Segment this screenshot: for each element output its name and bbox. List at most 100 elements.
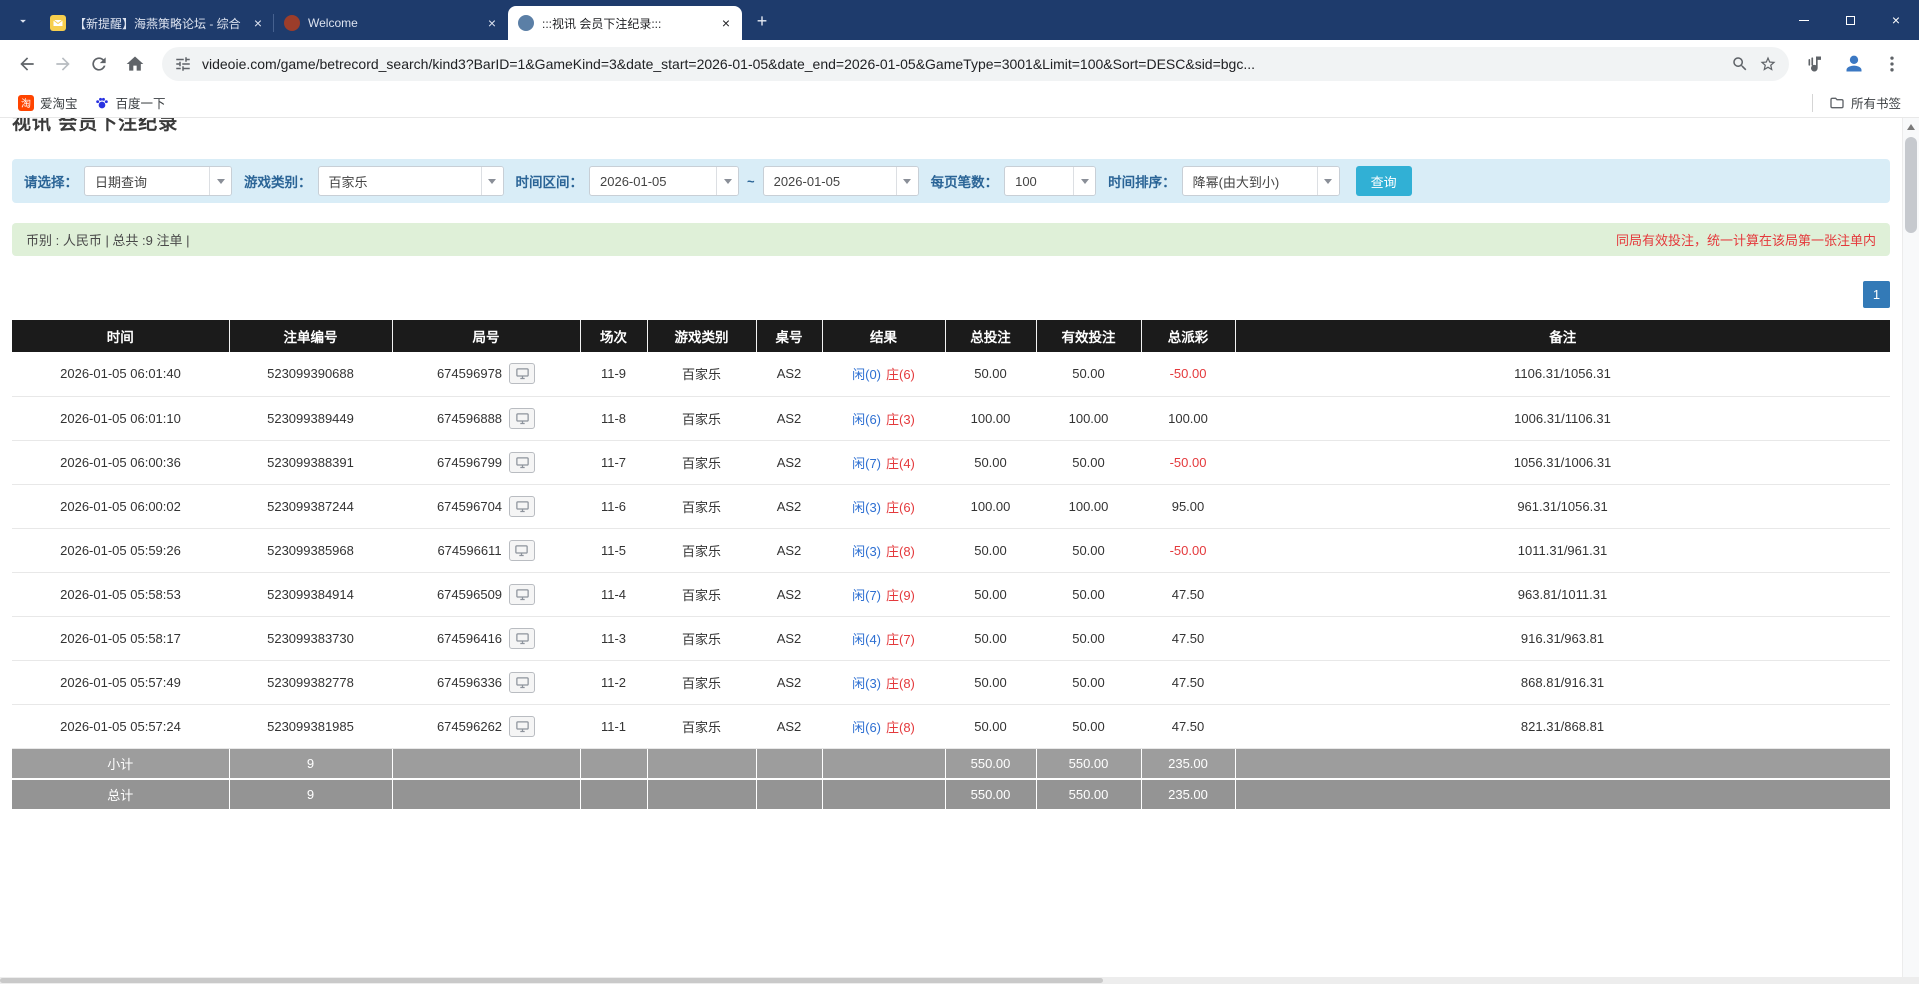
profile-avatar-button[interactable]	[1837, 47, 1871, 81]
video-replay-button[interactable]	[509, 672, 535, 693]
round-number: 674596799	[437, 455, 502, 470]
cell-round: 674596888	[392, 396, 580, 440]
per-page-select[interactable]: 100	[1004, 166, 1096, 196]
cell-game-type: 百家乐	[647, 528, 756, 572]
url-text[interactable]: videoie.com/game/betrecord_search/kind3?…	[202, 56, 1721, 72]
sort-select[interactable]: 降幂(由大到小)	[1182, 166, 1340, 196]
search-button[interactable]: 查询	[1356, 166, 1412, 196]
total-payout: 235.00	[1141, 779, 1235, 810]
video-replay-button[interactable]	[509, 496, 535, 517]
select-label: 请选择：	[24, 171, 78, 191]
video-replay-button[interactable]	[509, 452, 535, 473]
cell-result: 闲(3)庄(8)	[822, 660, 945, 704]
date-start-select[interactable]: 2026-01-05	[589, 166, 739, 196]
media-controls-button[interactable]	[1799, 47, 1833, 81]
result-player: 闲(3)	[852, 500, 881, 515]
result-banker: 庄(9)	[886, 588, 915, 603]
round-number: 674596888	[437, 411, 502, 426]
vertical-scrollbar[interactable]	[1902, 118, 1919, 977]
table-row: 2026-01-05 05:57:24 523099381985 6745962…	[12, 704, 1890, 748]
new-tab-button[interactable]: +	[748, 7, 776, 35]
table-row: 2026-01-05 06:01:10 523099389449 6745968…	[12, 396, 1890, 440]
subtotal-count: 9	[229, 748, 392, 779]
tab-forum[interactable]: 【新提醒】海燕策略论坛 - 综合 ×	[40, 6, 274, 40]
maximize-button[interactable]	[1827, 0, 1873, 40]
cell-game-type: 百家乐	[647, 396, 756, 440]
video-replay-button[interactable]	[509, 363, 535, 384]
result-banker: 庄(7)	[886, 632, 915, 647]
column-header-table: 桌号	[756, 320, 822, 352]
cell-note: 963.81/1011.31	[1235, 572, 1890, 616]
bookmark-star-icon[interactable]	[1759, 55, 1777, 73]
address-bar[interactable]: videoie.com/game/betrecord_search/kind3?…	[162, 47, 1789, 81]
cell-total-bet[interactable]: 50.00	[945, 528, 1036, 572]
query-type-select[interactable]: 日期查询	[84, 166, 232, 196]
video-replay-button[interactable]	[509, 628, 535, 649]
close-button[interactable]: ×	[1873, 0, 1919, 40]
cell-total-bet[interactable]: 50.00	[945, 704, 1036, 748]
column-header-valid-bet: 有效投注	[1036, 320, 1141, 352]
all-bookmarks-button[interactable]: 所有书签	[1821, 90, 1909, 115]
reload-button[interactable]	[82, 47, 116, 81]
page-viewport: 视讯 会员下注纪录 请选择： 日期查询 游戏类别： 百家乐 时间区间： 2026…	[0, 118, 1919, 984]
tab-welcome[interactable]: Welcome ×	[274, 6, 508, 40]
cell-total-bet[interactable]: 50.00	[945, 440, 1036, 484]
media-controls-icon	[1806, 54, 1826, 74]
minimize-icon	[1799, 20, 1809, 21]
round-number: 674596611	[437, 543, 501, 558]
page-button-1[interactable]: 1	[1863, 281, 1890, 308]
bookmark-label: 爱淘宝	[40, 93, 78, 112]
date-end-select[interactable]: 2026-01-05	[763, 166, 919, 196]
forward-icon	[53, 54, 73, 74]
zoom-icon[interactable]	[1731, 55, 1749, 73]
welcome-favicon-icon	[284, 15, 300, 31]
minimize-button[interactable]	[1781, 0, 1827, 40]
cell-total-bet[interactable]: 100.00	[945, 484, 1036, 528]
cell-note: 1011.31/961.31	[1235, 528, 1890, 572]
summary-bar: 币别 : 人民币 | 总共 :9 注单 | 同局有效投注，统一计算在该局第一张注…	[12, 223, 1890, 256]
cell-payout: 47.50	[1141, 704, 1235, 748]
horizontal-scrollbar[interactable]	[0, 977, 1902, 984]
cell-session: 11-6	[580, 484, 647, 528]
site-settings-icon[interactable]	[174, 55, 192, 73]
scroll-up-arrow-icon[interactable]	[1903, 118, 1919, 135]
bookmark-label: 百度一下	[116, 93, 166, 112]
tab-bet-records[interactable]: :::视讯 会员下注纪录::: ×	[508, 6, 742, 40]
tab-search-button[interactable]	[8, 6, 38, 36]
column-header-payout: 总派彩	[1141, 320, 1235, 352]
cell-total-bet[interactable]: 50.00	[945, 616, 1036, 660]
all-bookmarks-label: 所有书签	[1851, 93, 1901, 112]
summary-notice: 同局有效投注，统一计算在该局第一张注单内	[1616, 230, 1876, 249]
column-header-bet-id: 注单编号	[229, 320, 392, 352]
cell-table-number: AS2	[756, 352, 822, 396]
tab-close-icon[interactable]: ×	[250, 15, 266, 31]
horizontal-scrollbar-thumb[interactable]	[0, 978, 1103, 983]
back-button[interactable]	[10, 47, 44, 81]
cell-total-bet[interactable]: 50.00	[945, 660, 1036, 704]
tab-close-icon[interactable]: ×	[484, 15, 500, 31]
cell-total-bet[interactable]: 100.00	[945, 396, 1036, 440]
monitor-icon	[515, 719, 530, 734]
video-replay-button[interactable]	[509, 716, 535, 737]
video-replay-button[interactable]	[509, 584, 535, 605]
browser-menu-button[interactable]	[1875, 47, 1909, 81]
cell-bet-id: 523099385968	[229, 528, 392, 572]
video-replay-button[interactable]	[509, 408, 535, 429]
forward-button[interactable]	[46, 47, 80, 81]
round-number: 674596509	[437, 587, 502, 602]
game-type-select[interactable]: 百家乐	[318, 166, 504, 196]
cell-round: 674596262	[392, 704, 580, 748]
tab-close-icon[interactable]: ×	[718, 15, 734, 31]
cell-total-bet[interactable]: 50.00	[945, 352, 1036, 396]
cell-bet-id: 523099382778	[229, 660, 392, 704]
table-row: 2026-01-05 05:58:17 523099383730 6745964…	[12, 616, 1890, 660]
result-player: 闲(3)	[852, 544, 881, 559]
cell-total-bet[interactable]: 50.00	[945, 572, 1036, 616]
home-button[interactable]	[118, 47, 152, 81]
browser-toolbar: videoie.com/game/betrecord_search/kind3?…	[0, 40, 1919, 88]
bookmark-taobao[interactable]: 淘 爱淘宝	[10, 90, 86, 115]
bookmark-baidu[interactable]: 百度一下	[86, 90, 174, 115]
cell-time: 2026-01-05 05:58:17	[12, 616, 229, 660]
vertical-scrollbar-thumb[interactable]	[1905, 137, 1917, 233]
video-replay-button[interactable]	[509, 540, 535, 561]
